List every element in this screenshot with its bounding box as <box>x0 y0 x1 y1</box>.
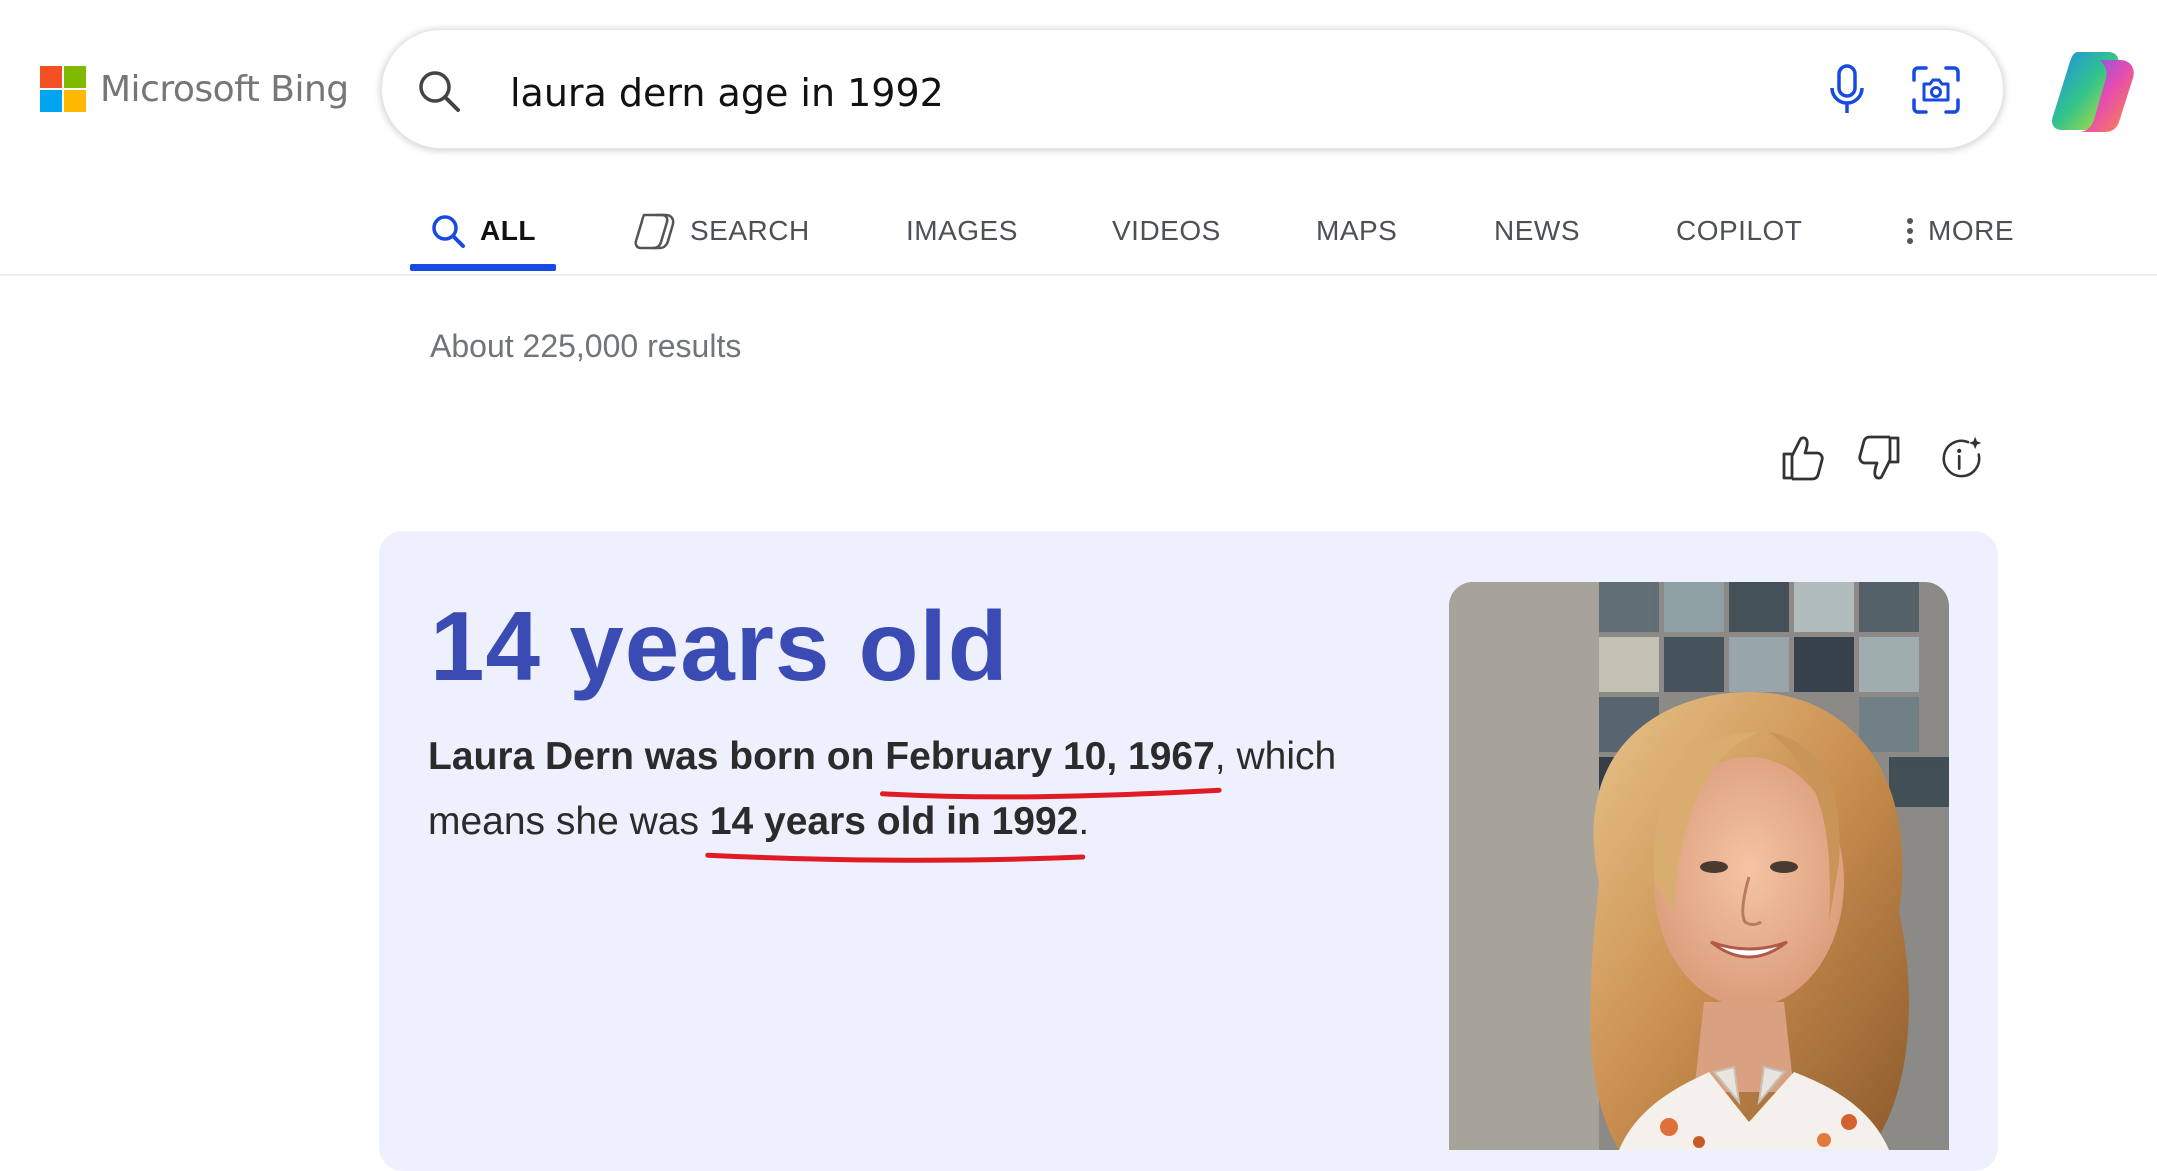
birth-date: February 10, 1967 <box>885 724 1215 789</box>
answer-text-part: . <box>1078 800 1090 843</box>
visual-search-icon[interactable] <box>1910 64 1962 116</box>
results-count: About 225,000 results <box>430 328 742 364</box>
search-icon <box>432 215 465 248</box>
tab-more[interactable]: MORE <box>1906 188 2014 274</box>
birth-date-text: February 10, 1967 <box>885 735 1215 778</box>
navigation-tabs: ALL SEARCH IMAGES VIDEOS MAPS NEWS COPIL… <box>0 188 2157 274</box>
search-icon[interactable] <box>416 68 462 114</box>
tab-label: IMAGES <box>906 215 1018 246</box>
ai-info-icon[interactable] <box>1938 432 1984 484</box>
copilot-search-icon <box>634 213 675 250</box>
laura-dern-portrait[interactable] <box>1449 582 1949 1150</box>
tab-news[interactable]: NEWS <box>1494 188 1580 274</box>
tab-images[interactable]: IMAGES <box>906 188 1018 274</box>
age-phrase: 14 years old in 1992 <box>710 789 1079 854</box>
logo-text: Microsoft Bing <box>100 68 349 110</box>
answer-title: 14 years old <box>430 591 1009 701</box>
microsoft-logo-icon <box>40 66 86 112</box>
search-input[interactable] <box>508 62 1762 124</box>
more-vertical-icon <box>1907 218 1913 244</box>
red-underline-annotation <box>704 848 1087 866</box>
microphone-icon[interactable] <box>1828 64 1866 116</box>
tab-search[interactable]: SEARCH <box>634 188 810 274</box>
header-divider <box>0 274 2157 276</box>
tab-all[interactable]: ALL <box>430 188 536 274</box>
tab-copilot[interactable]: COPILOT <box>1676 188 1802 274</box>
answer-text-part: Laura Dern was born on <box>428 735 886 778</box>
bing-logo[interactable]: Microsoft Bing <box>40 66 349 112</box>
tab-label: ALL <box>480 215 536 246</box>
tab-maps[interactable]: MAPS <box>1316 188 1397 274</box>
tab-videos[interactable]: VIDEOS <box>1112 188 1221 274</box>
tab-label: VIDEOS <box>1112 215 1221 246</box>
active-tab-indicator <box>410 264 556 271</box>
thumbs-down-icon[interactable] <box>1858 432 1904 484</box>
age-phrase-text: 14 years old in 1992 <box>709 800 1079 843</box>
tab-label: SEARCH <box>690 215 810 246</box>
answer-text: Laura Dern was born on February 10, 1967… <box>428 724 1408 854</box>
tab-label: NEWS <box>1494 215 1580 246</box>
tab-label: MAPS <box>1316 215 1398 246</box>
tab-label: MORE <box>1928 215 2014 246</box>
tab-label: COPILOT <box>1676 215 1803 246</box>
thumbs-up-icon[interactable] <box>1778 432 1824 484</box>
copilot-logo-icon[interactable] <box>2048 48 2138 134</box>
